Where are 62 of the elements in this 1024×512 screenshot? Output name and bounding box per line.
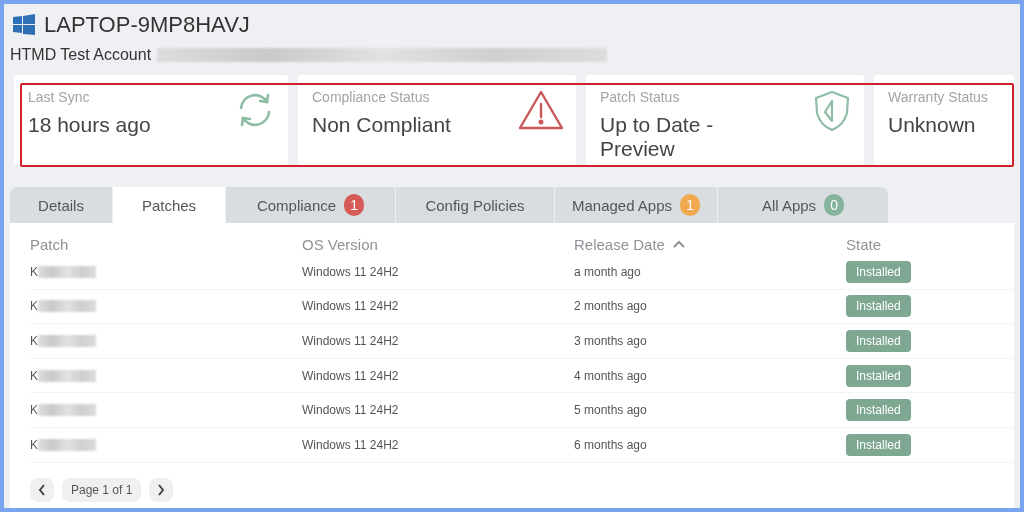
chevron-right-icon[interactable] bbox=[157, 484, 166, 496]
chevron-left-icon[interactable] bbox=[38, 484, 46, 496]
tab[interactable]: Patches bbox=[113, 187, 226, 223]
status-badge: Installed bbox=[846, 433, 911, 456]
card-value: Unknown bbox=[888, 113, 976, 137]
table-cell: K bbox=[30, 264, 38, 279]
table-cell: a month ago bbox=[574, 264, 641, 279]
card-label: Compliance Status bbox=[312, 89, 430, 105]
table-cell: K bbox=[30, 437, 38, 452]
card-label: Patch Status bbox=[600, 89, 680, 105]
redacted-text bbox=[38, 300, 96, 313]
table-cell: 2 months ago bbox=[574, 299, 647, 314]
column-header[interactable]: State bbox=[846, 235, 882, 253]
status-badge: Installed bbox=[846, 330, 911, 352]
table-cell: K bbox=[30, 299, 38, 314]
tab[interactable]: Compliance 1 bbox=[226, 187, 396, 223]
redacted-text bbox=[38, 404, 96, 417]
table-cell: Windows 11 24H2 bbox=[302, 264, 399, 279]
account-name: HTMD Test Account bbox=[10, 46, 152, 64]
sort-ascending-icon[interactable] bbox=[672, 240, 685, 248]
card-value: 18 hours ago bbox=[28, 113, 151, 137]
card-value: Non Compliant bbox=[312, 113, 451, 137]
status-badge: Installed bbox=[846, 399, 911, 422]
windows-logo-icon bbox=[12, 13, 36, 37]
table-cell: 4 months ago bbox=[574, 368, 647, 383]
column-header[interactable]: Release Date bbox=[574, 235, 665, 253]
column-header[interactable]: OS Version bbox=[302, 235, 378, 253]
count-badge: 0 bbox=[824, 194, 845, 216]
tab[interactable]: Details bbox=[10, 187, 113, 223]
status-badge: Installed bbox=[846, 295, 911, 318]
redacted-text bbox=[38, 438, 96, 451]
tab[interactable]: Managed Apps 1 bbox=[555, 187, 718, 223]
table-cell: 6 months ago bbox=[574, 437, 647, 452]
previous-page-button[interactable] bbox=[30, 478, 54, 502]
table-cell: Windows 11 24H2 bbox=[302, 403, 399, 418]
card-value: Up to Date - Preview bbox=[600, 113, 715, 161]
table-cell: Windows 11 24H2 bbox=[302, 437, 399, 452]
tab[interactable]: All Apps 0 bbox=[718, 187, 889, 223]
table-cell: K bbox=[30, 334, 38, 348]
table-cell: K bbox=[30, 368, 38, 383]
device-name: LAPTOP-9MP8HAVJ bbox=[44, 12, 250, 38]
status-badge: Installed bbox=[846, 260, 911, 283]
table-cell: 5 months ago bbox=[574, 403, 647, 418]
table-cell: Windows 11 24H2 bbox=[302, 334, 399, 348]
count-badge: 1 bbox=[344, 194, 365, 216]
redacted-text bbox=[38, 265, 96, 278]
page-indicator: Page 1 of 1 bbox=[62, 478, 142, 502]
tab[interactable]: Config Policies bbox=[396, 187, 555, 223]
redacted-text bbox=[38, 369, 96, 382]
table-cell: K bbox=[30, 403, 38, 418]
count-badge: 1 bbox=[680, 194, 701, 216]
table-cell: Windows 11 24H2 bbox=[302, 368, 399, 383]
warning-icon bbox=[518, 89, 564, 131]
card-label: Last Sync bbox=[28, 89, 90, 105]
status-badge: Installed bbox=[846, 364, 911, 387]
redacted-text bbox=[38, 335, 96, 347]
shield-icon bbox=[812, 89, 852, 133]
card-label: Warranty Status bbox=[888, 89, 988, 105]
next-page-button[interactable] bbox=[149, 478, 174, 502]
column-header[interactable]: Patch bbox=[30, 235, 69, 253]
table-cell: Windows 11 24H2 bbox=[302, 299, 399, 314]
table-cell: 3 months ago bbox=[574, 334, 647, 348]
